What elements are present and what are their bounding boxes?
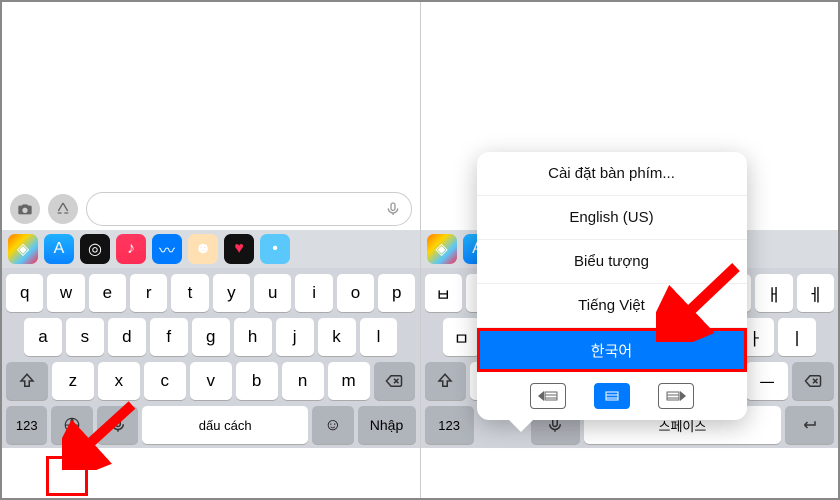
keyboard-option[interactable]: English (US) [477, 196, 747, 240]
backspace-key[interactable] [792, 362, 834, 400]
app-sound[interactable]: 〰 [152, 234, 182, 264]
enter-key[interactable] [785, 406, 834, 444]
letter-key[interactable]: e [89, 274, 126, 312]
globe-key[interactable] [51, 406, 92, 444]
letter-key[interactable]: r [130, 274, 167, 312]
letter-key[interactable]: m [328, 362, 370, 400]
numbers-key[interactable]: 123 [425, 406, 474, 444]
letter-key[interactable]: k [318, 318, 356, 356]
letter-key[interactable]: f [150, 318, 188, 356]
hangul-key[interactable]: ㅁ [443, 318, 481, 356]
keyboard-option[interactable]: Cài đặt bàn phím... [477, 152, 747, 196]
letter-key[interactable]: p [378, 274, 415, 312]
hangul-key[interactable]: ㅣ [778, 318, 816, 356]
letter-key[interactable]: u [254, 274, 291, 312]
backspace-icon [804, 372, 822, 390]
highlight-globe [46, 456, 88, 496]
shift-icon [18, 372, 36, 390]
keyboard-option[interactable]: Biểu tượng [477, 240, 747, 284]
appstore-button[interactable] [48, 194, 78, 224]
letter-key[interactable]: d [108, 318, 146, 356]
letter-key[interactable]: w [47, 274, 84, 312]
message-input[interactable] [86, 192, 412, 226]
dictation-key[interactable] [97, 406, 138, 444]
space-key[interactable]: dấu cách [142, 406, 308, 444]
enter-key[interactable]: Nhập [358, 406, 416, 444]
numbers-key[interactable]: 123 [6, 406, 47, 444]
letter-key[interactable]: b [236, 362, 278, 400]
letter-key[interactable]: a [24, 318, 62, 356]
app-memoji[interactable]: ☻ [188, 234, 218, 264]
keyboard-switcher-popover: Cài đặt bàn phím...English (US)Biểu tượn… [477, 152, 747, 420]
return-icon [800, 416, 818, 434]
app-fitness[interactable]: ◎ [80, 234, 110, 264]
letter-key[interactable]: n [282, 362, 324, 400]
shift-key[interactable] [425, 362, 467, 400]
emoji-key[interactable]: ☺ [312, 406, 353, 444]
keyboard-mode-full[interactable] [594, 383, 630, 409]
backspace-key[interactable] [374, 362, 416, 400]
hangul-key[interactable]: ㅐ [755, 274, 792, 312]
letter-key[interactable]: g [192, 318, 230, 356]
keyboard-option[interactable]: Tiếng Việt [477, 284, 747, 328]
shift-key[interactable] [6, 362, 48, 400]
keyboard-left: qwertyuiop asdfghjkl zxcvbnm 123 [2, 268, 420, 448]
letter-key[interactable]: l [360, 318, 398, 356]
backspace-icon [385, 372, 403, 390]
letter-key[interactable]: x [98, 362, 140, 400]
keyboard-layout-modes [477, 372, 747, 420]
letter-key[interactable]: q [6, 274, 43, 312]
hangul-key[interactable]: ㅂ [425, 274, 462, 312]
mic-icon [385, 201, 401, 217]
globe-icon [63, 416, 81, 434]
app-photos[interactable]: ◈ [8, 234, 38, 264]
app-heart[interactable]: ♥ [224, 234, 254, 264]
mic-icon [109, 416, 127, 434]
input-toolbar [2, 188, 420, 230]
hangul-key[interactable]: ㅡ [746, 362, 788, 400]
letter-key[interactable]: c [144, 362, 186, 400]
hangul-key[interactable]: ㅔ [797, 274, 834, 312]
letter-key[interactable]: s [66, 318, 104, 356]
keyboard-mode-right[interactable] [658, 383, 694, 409]
shift-icon [436, 372, 454, 390]
letter-key[interactable]: t [171, 274, 208, 312]
letter-key[interactable]: z [52, 362, 94, 400]
app-strip: ◈ A ◎ ♪ 〰 ☻ ♥ • [2, 230, 420, 268]
app-appstore[interactable]: A [44, 234, 74, 264]
app-music[interactable]: ♪ [116, 234, 146, 264]
camera-icon [17, 201, 33, 217]
app-photos[interactable]: ◈ [427, 234, 457, 264]
letter-key[interactable]: v [190, 362, 232, 400]
app-more[interactable]: • [260, 234, 290, 264]
camera-button[interactable] [10, 194, 40, 224]
letter-key[interactable]: y [213, 274, 250, 312]
keyboard-option[interactable]: 한국어 [477, 328, 747, 372]
appstore-icon [55, 201, 71, 217]
letter-key[interactable]: o [337, 274, 374, 312]
letter-key[interactable]: i [295, 274, 332, 312]
keyboard-mode-left[interactable] [530, 383, 566, 409]
letter-key[interactable]: j [276, 318, 314, 356]
letter-key[interactable]: h [234, 318, 272, 356]
